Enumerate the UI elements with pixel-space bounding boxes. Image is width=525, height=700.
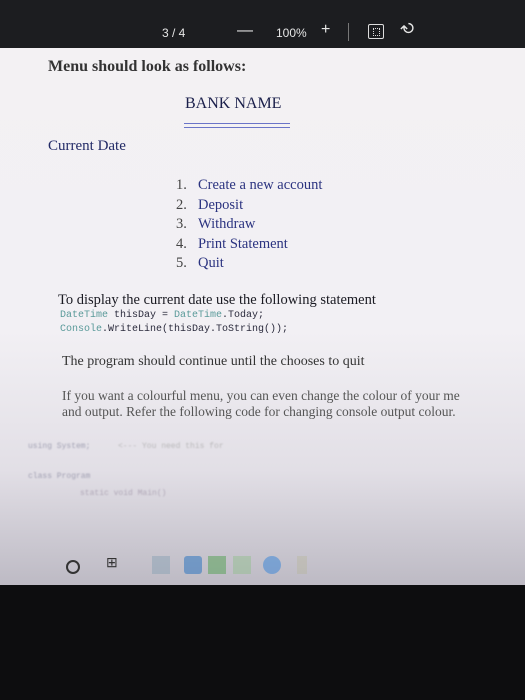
screen: 3 / 4 — 100% + ↻ Menu should look as fol… — [0, 0, 525, 585]
browser-icon[interactable] — [263, 556, 281, 574]
menu-item-label: Withdraw — [198, 216, 256, 232]
menu-item: 3. Withdraw — [176, 215, 322, 235]
blurred-code: static void Main() — [80, 489, 167, 498]
blurred-code: class Program — [28, 472, 91, 481]
menu-item-number: 4. — [176, 235, 187, 252]
app-icon[interactable] — [208, 556, 226, 574]
bank-name-title: BANK NAME — [185, 95, 282, 112]
menu-item-number: 5. — [176, 255, 187, 271]
blurred-code-comment: <--- You need this for — [118, 442, 224, 451]
toolbar-divider — [348, 23, 349, 41]
menu-item-label: Deposit — [198, 196, 244, 213]
menu-item-number: 1. — [176, 177, 187, 193]
zoom-in-button[interactable]: + — [321, 21, 330, 39]
menu-item-label: Create a new account — [198, 177, 323, 193]
menu-item: 1. Create a new account — [176, 176, 322, 196]
task-view-icon[interactable]: ⊞ — [106, 554, 124, 572]
blurred-code: using System; — [28, 442, 91, 451]
taskbar: ⊞ — [0, 548, 525, 584]
current-date-label: Current Date — [48, 138, 126, 154]
app-icon[interactable] — [152, 556, 170, 574]
menu-item: 2. Deposit — [176, 196, 322, 216]
page-indicator: 3 / 4 — [162, 26, 186, 40]
menu-list: 1. Create a new account 2. Deposit 3. Withd… — [176, 176, 322, 274]
zoom-level: 100% — [276, 26, 307, 40]
section-heading: Menu should look as follows: — [48, 58, 247, 75]
menu-item-label: Quit — [198, 255, 224, 271]
menu-item-label: Print Statement — [198, 235, 288, 252]
menu-item-number: 2. — [176, 196, 187, 213]
app-icon[interactable] — [184, 556, 202, 574]
menu-item: 5. Quit — [176, 254, 322, 274]
rotate-icon[interactable]: ↻ — [397, 17, 421, 41]
colour-instruction-text: If you want a colourful menu, you can ev… — [62, 388, 460, 419]
continue-text: The program should continue until the ch… — [62, 354, 365, 369]
menu-item-number: 3. — [176, 216, 187, 232]
code-line: Console.WriteLine(thisDay.ToString()); — [60, 324, 289, 335]
fit-page-icon[interactable] — [368, 24, 384, 39]
app-icon[interactable] — [233, 556, 251, 574]
zoom-out-button[interactable]: — — [237, 22, 253, 40]
date-instruction-text: To display the current date use the foll… — [58, 292, 376, 308]
menu-item: 4. Print Statement — [176, 235, 322, 255]
search-icon[interactable] — [66, 560, 80, 574]
code-line: DateTime thisDay = DateTime.Today; — [60, 310, 265, 321]
document-page: Menu should look as follows: BANK NAME C… — [0, 48, 525, 585]
app-icon[interactable] — [297, 556, 307, 574]
pdf-toolbar: 3 / 4 — 100% + ↻ — [0, 0, 525, 48]
title-double-underline — [184, 123, 290, 128]
